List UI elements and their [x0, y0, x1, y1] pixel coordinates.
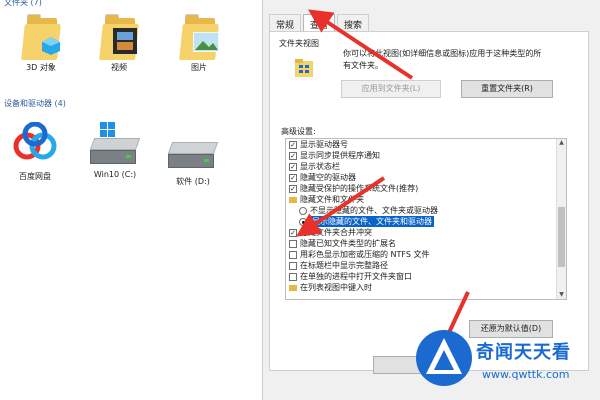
dialog-tabs: 常规 查看 搜索: [269, 14, 371, 32]
tab-view[interactable]: 查看: [303, 14, 336, 32]
setting-label: 用彩色显示加密或压缩的 NTFS 文件: [300, 250, 430, 259]
site-watermark: 奇闻天天看 www.qwttk.com: [408, 320, 598, 396]
list-item[interactable]: ✓ 隐藏文件夹合并冲突: [286, 227, 566, 238]
videos-folder-icon: [99, 14, 139, 60]
tab-search[interactable]: 搜索: [337, 14, 370, 32]
device-label: Win10 (C:): [93, 170, 137, 179]
scrollbar-thumb[interactable]: [558, 207, 565, 267]
list-item[interactable]: ✓ 显示驱动器号: [286, 139, 566, 150]
advanced-settings-label: 高级设置:: [281, 127, 316, 136]
setting-group-label: 在列表视图中键入时: [300, 283, 372, 292]
scroll-down-icon[interactable]: ▼: [558, 291, 565, 299]
apply-to-folders-button[interactable]: 应用到文件夹(L): [341, 80, 441, 98]
advanced-settings-list[interactable]: ✓ 显示驱动器号 ✓ 显示同步提供程序通知 ✓ 显示状态栏 ✓ 隐藏空的驱动器 ✓ 隐藏受…: [285, 138, 567, 300]
checkbox[interactable]: ✓: [289, 140, 297, 149]
advanced-list-scrollbar[interactable]: ▲ ▼: [556, 139, 566, 299]
setting-label: 在标题栏中显示完整路径: [300, 261, 388, 270]
folder-videos[interactable]: 视频: [84, 14, 154, 73]
device-label: 百度网盘: [19, 172, 51, 181]
checkbox[interactable]: [289, 261, 297, 270]
reset-folders-button[interactable]: 重置文件夹(R): [461, 80, 553, 98]
device-software-d[interactable]: 软件 (D:): [158, 138, 228, 187]
scroll-up-icon[interactable]: ▲: [558, 139, 565, 147]
setting-label: 在单独的进程中打开文件夹窗口: [300, 272, 412, 281]
folder-view-icon: [295, 59, 313, 77]
device-win10-c[interactable]: Win10 (C:): [80, 122, 150, 179]
setting-label: 隐藏文件夹合并冲突: [300, 228, 372, 237]
list-item[interactable]: 在单独的进程中打开文件夹窗口: [286, 271, 566, 282]
checkbox[interactable]: ✓: [289, 228, 297, 237]
folder-label: 图片: [191, 63, 207, 72]
folder-label: 视频: [111, 63, 127, 72]
windows-drive-icon: [88, 122, 142, 164]
setting-label: 显示同步提供程序通知: [300, 151, 380, 160]
watermark-name: 奇闻天天看: [476, 342, 571, 363]
radio-button[interactable]: [299, 217, 307, 226]
device-baidu-netdisk[interactable]: 百度网盘: [0, 121, 70, 182]
list-item[interactable]: ✓ 隐藏空的驱动器: [286, 172, 566, 183]
device-label: 软件 (D:): [176, 177, 210, 186]
folder-views-label: 文件夹视图: [279, 39, 319, 48]
checkbox[interactable]: ✓: [289, 162, 297, 171]
folder-label: 3D 对象: [26, 63, 56, 72]
checkbox[interactable]: ✓: [289, 173, 297, 182]
radio-button[interactable]: [299, 206, 307, 215]
folder-pictures[interactable]: 图片: [164, 14, 234, 73]
watermark-logo-icon: [416, 330, 472, 386]
setting-group-label: 隐藏文件和文件夹: [300, 195, 364, 204]
checkbox[interactable]: ✓: [289, 151, 297, 160]
list-item: 隐藏文件和文件夹: [286, 194, 566, 205]
checkbox[interactable]: [289, 239, 297, 248]
list-item[interactable]: 用彩色显示加密或压缩的 NTFS 文件: [286, 249, 566, 260]
setting-label: 隐藏已知文件类型的扩展名: [300, 239, 396, 248]
setting-label: 显示隐藏的文件、文件夹和驱动器: [310, 216, 434, 227]
list-item[interactable]: 在标题栏中显示完整路径: [286, 260, 566, 271]
folder-views-description: 你可以将此视图(如详细信息或图标)应用于这种类型的所有文件夹。: [343, 49, 542, 70]
pictures-folder-icon: [179, 14, 219, 60]
setting-label: 显示驱动器号: [300, 140, 348, 149]
list-item[interactable]: ✓ 显示同步提供程序通知: [286, 150, 566, 161]
tab-general[interactable]: 常规: [269, 14, 302, 32]
folders-section-header[interactable]: 文件夹 (7): [4, 0, 42, 8]
checkbox[interactable]: ✓: [289, 184, 297, 193]
setting-label: 隐藏空的驱动器: [300, 173, 356, 182]
list-item: 在列表视图中键入时: [286, 282, 566, 293]
watermark-url: www.qwttk.com: [482, 368, 570, 381]
file-explorer-pane: 文件夹 (7) 3D 对象 视频 图片 设备和驱动器 (4) 百度网盘 Win1…: [0, 0, 262, 400]
folder-icon: [289, 284, 297, 291]
list-item[interactable]: ✓ 隐藏受保护的操作系统文件(推荐): [286, 183, 566, 194]
list-item[interactable]: 不显示隐藏的文件、文件夹或驱动器: [286, 205, 566, 216]
setting-label: 显示状态栏: [300, 162, 340, 171]
checkbox[interactable]: [289, 272, 297, 281]
folder-icon: [289, 196, 297, 203]
checkbox[interactable]: [289, 250, 297, 259]
list-item[interactable]: 显示隐藏的文件、文件夹和驱动器: [286, 216, 566, 227]
setting-label: 隐藏受保护的操作系统文件(推荐): [300, 184, 419, 193]
list-item[interactable]: 隐藏已知文件类型的扩展名: [286, 238, 566, 249]
setting-label: 不显示隐藏的文件、文件夹或驱动器: [310, 206, 438, 215]
folder-3d-objects[interactable]: 3D 对象: [6, 14, 76, 73]
list-item[interactable]: ✓ 显示状态栏: [286, 161, 566, 172]
hard-drive-icon: [166, 138, 220, 172]
3d-objects-folder-icon: [21, 14, 61, 60]
baidu-netdisk-icon: [13, 121, 57, 160]
devices-section-header[interactable]: 设备和驱动器 (4): [4, 98, 66, 109]
